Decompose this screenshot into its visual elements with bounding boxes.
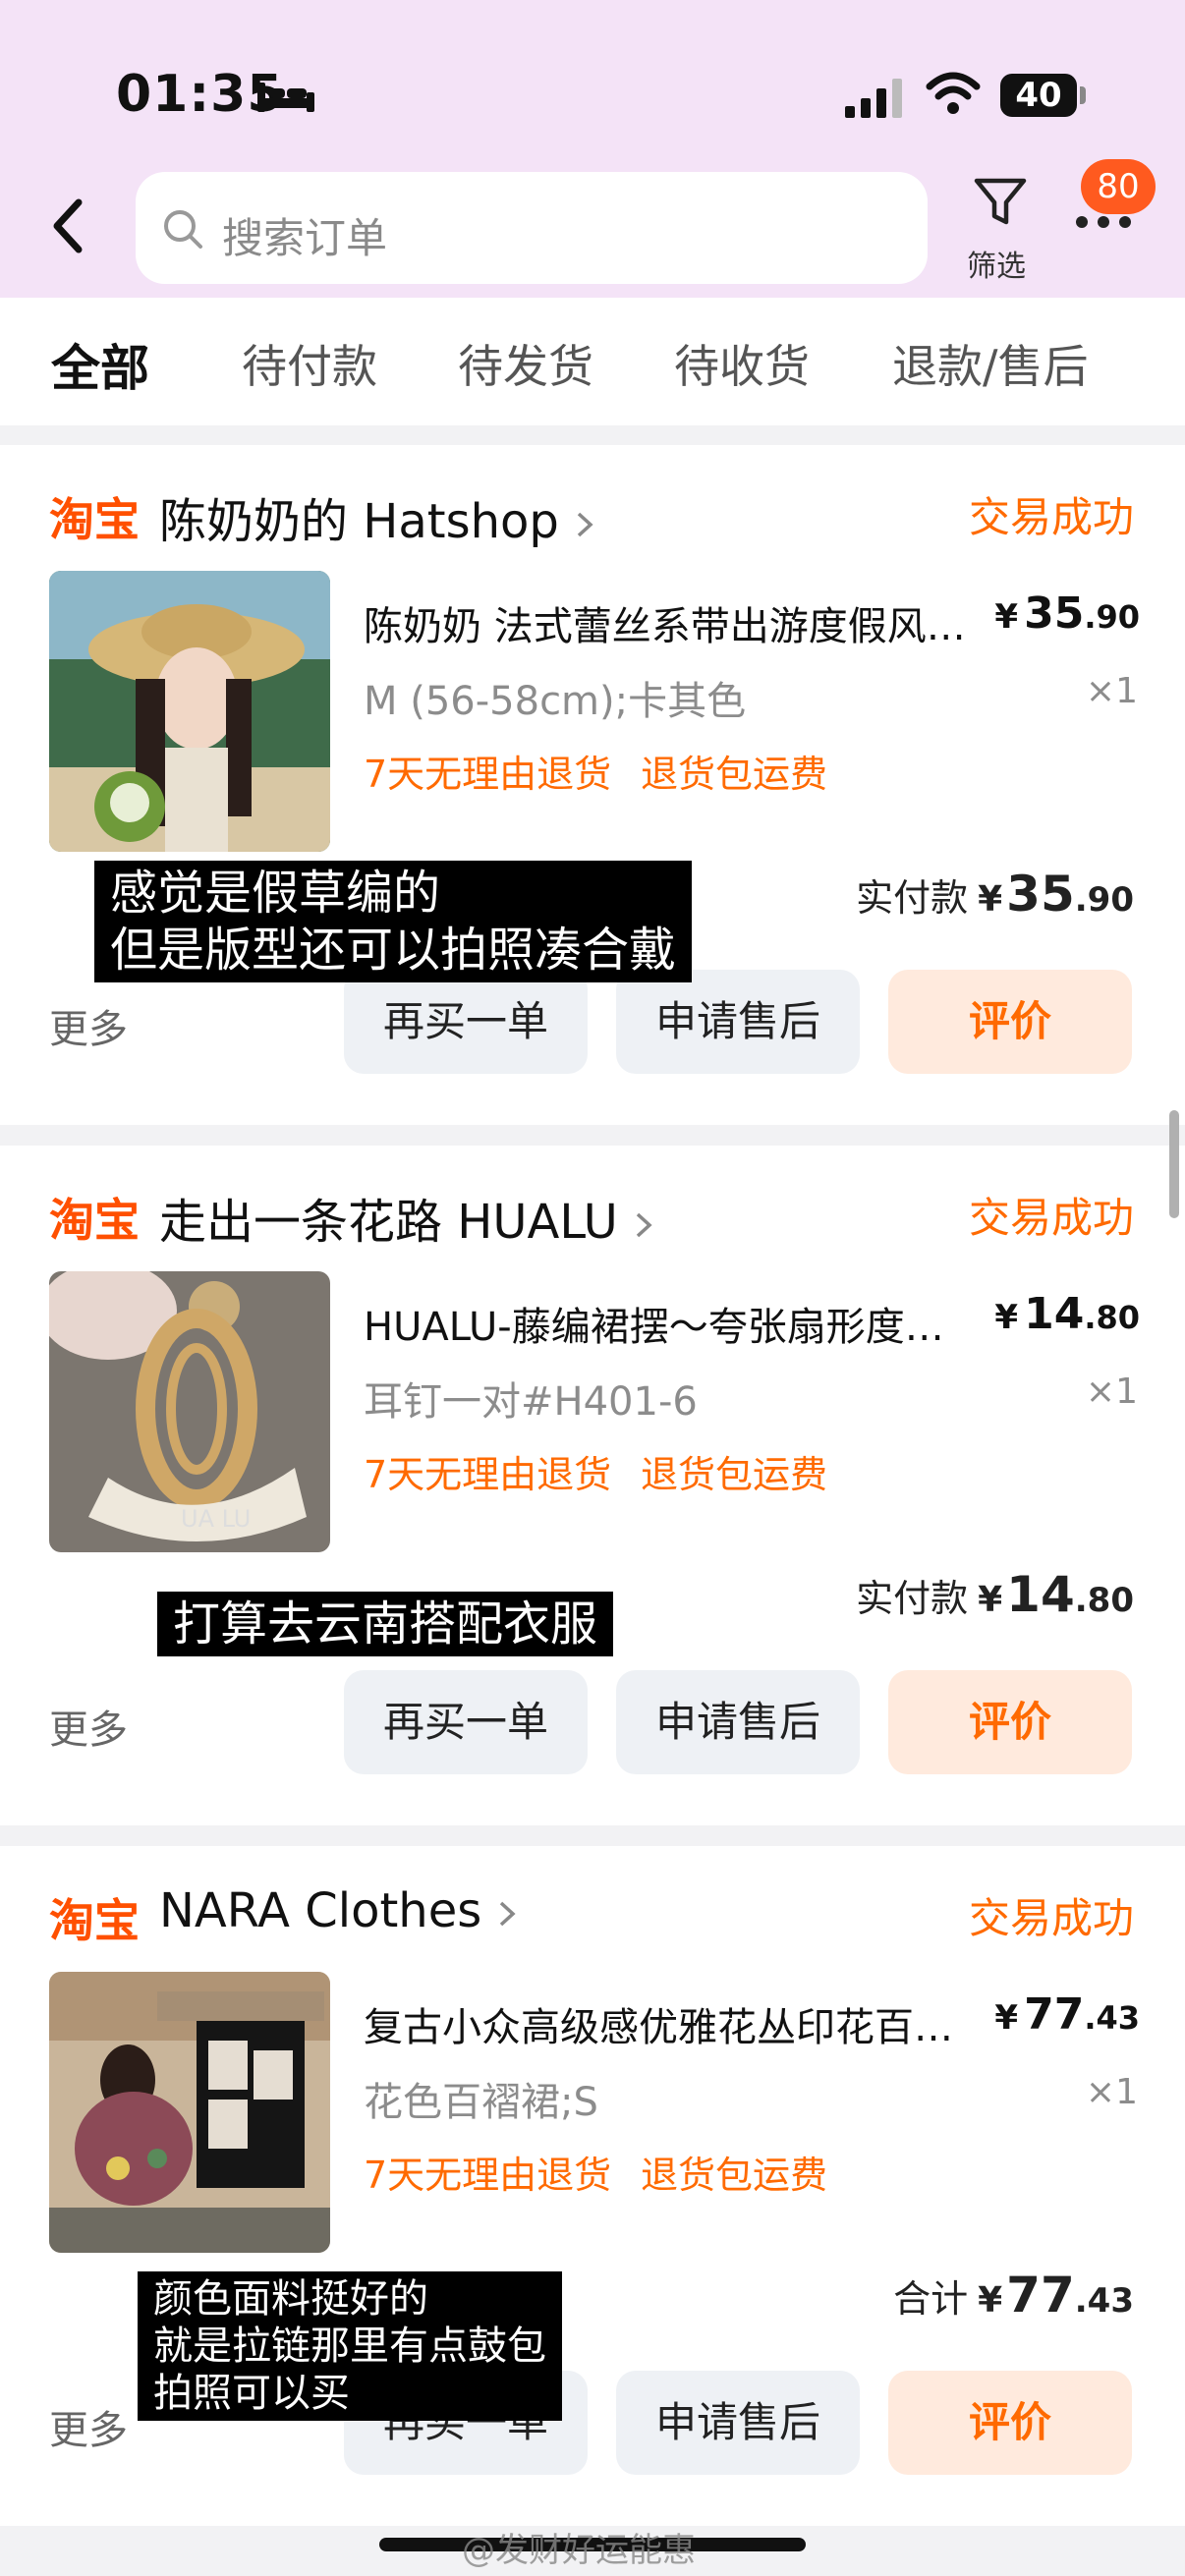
order-card[interactable]: 淘宝 走出一条花路 HUALU 交易成功 UA LU HUALU-藤编裙摆～夸张… <box>0 1146 1185 1825</box>
cellular-signal-icon <box>845 79 902 118</box>
sleep-focus-icon <box>257 83 314 112</box>
product-quantity: ×1 <box>1085 1372 1138 1412</box>
product-image[interactable] <box>49 571 330 852</box>
taobao-logo: 淘宝 <box>49 1894 140 1947</box>
shop-name-link[interactable]: NARA Clothes <box>159 1883 519 1938</box>
product-quantity: ×1 <box>1085 2072 1138 2112</box>
caption-line: 拍照可以买 <box>153 2371 350 2416</box>
more-link[interactable]: 更多 <box>49 2398 128 2455</box>
tag-free-return-shipping: 退货包运费 <box>641 2154 828 2197</box>
caption-overlay: 打算去云南搭配衣服 <box>157 1592 614 1656</box>
tag-free-return-shipping: 退货包运费 <box>641 1453 828 1496</box>
product-title[interactable]: 陈奶奶 法式蕾丝系带出游度假风… <box>364 594 992 651</box>
review-button[interactable]: 评价 <box>888 1670 1132 1774</box>
review-button[interactable]: 评价 <box>888 970 1132 1074</box>
battery-cap <box>1080 86 1086 104</box>
order-tabs: 全部 待付款 待发货 待收货 退款/售后 <box>0 298 1185 425</box>
taobao-logo: 淘宝 <box>49 1194 140 1247</box>
filter-funnel-icon <box>974 178 1027 225</box>
top-header: 01:35 40 搜索订单 筛选 80 <box>0 0 1185 298</box>
battery-indicator: 40 <box>1000 74 1077 117</box>
search-icon <box>164 210 202 249</box>
chevron-right-icon <box>636 1212 652 1238</box>
product-price: ¥14.80 <box>994 1289 1140 1339</box>
chevron-right-icon <box>500 1901 516 1927</box>
tab-pending-payment[interactable]: 待付款 <box>242 331 377 396</box>
tag-7day-return: 7天无理由退货 <box>364 753 612 796</box>
shop-name: NARA Clothes <box>159 1883 482 1938</box>
rebuy-button[interactable]: 再买一单 <box>344 1670 588 1774</box>
product-sku: M (56-58cm);卡其色 <box>364 679 747 724</box>
order-card[interactable]: 淘宝 陈奶奶的 Hatshop 交易成功 陈奶奶 法式蕾丝系带出游度假风… ¥3… <box>0 445 1185 1125</box>
more-dot-icon <box>1076 216 1088 228</box>
product-price: ¥35.90 <box>994 588 1140 639</box>
more-link[interactable]: 更多 <box>49 997 128 1054</box>
image-watermark-text: UA LU <box>181 1505 252 1533</box>
shop-name: 陈奶奶的 Hatshop <box>159 494 559 549</box>
tag-7day-return: 7天无理由退货 <box>364 1453 612 1496</box>
caption-line: 打算去云南搭配衣服 <box>173 1596 598 1652</box>
tab-pending-shipment[interactable]: 待发货 <box>458 331 593 396</box>
after-sale-button[interactable]: 申请售后 <box>616 970 860 1074</box>
taobao-logo: 淘宝 <box>49 493 140 546</box>
more-link[interactable]: 更多 <box>49 1698 128 1755</box>
product-title[interactable]: HUALU-藤编裙摆～夸张扇形度… <box>364 1295 992 1352</box>
order-status: 交易成功 <box>968 1894 1134 1942</box>
watermark: @发财好运能惠 <box>462 2531 696 2570</box>
filter-label: 筛选 <box>967 250 1026 284</box>
shop-name: 走出一条花路 HUALU <box>159 1195 618 1250</box>
caption-overlay: 颜色面料挺好的 就是拉链那里有点鼓包 拍照可以买 <box>138 2271 562 2421</box>
after-sale-button[interactable]: 申请售后 <box>616 2371 860 2475</box>
product-sku: 耳钉一对#H401-6 <box>364 1379 698 1425</box>
message-count-badge: 80 <box>1081 159 1156 214</box>
scrollbar[interactable] <box>1169 1110 1179 1218</box>
search-placeholder: 搜索订单 <box>222 214 388 262</box>
product-price: ¥77.43 <box>994 1989 1140 2040</box>
caption-line: 颜色面料挺好的 <box>153 2276 428 2322</box>
back-arrow-icon[interactable] <box>45 196 94 255</box>
product-sku: 花色百褶裙;S <box>364 2080 598 2125</box>
filter-button[interactable]: 筛选 <box>961 175 1040 284</box>
chevron-right-icon <box>577 512 593 537</box>
tab-pending-receipt[interactable]: 待收货 <box>674 331 810 396</box>
tab-refund-aftersale[interactable]: 退款/售后 <box>892 331 1089 396</box>
rebuy-button[interactable]: 再买一单 <box>344 970 588 1074</box>
caption-line: 就是拉链那里有点鼓包 <box>153 2324 546 2369</box>
tag-7day-return: 7天无理由退货 <box>364 2154 612 2197</box>
order-status: 交易成功 <box>968 493 1134 541</box>
caption-line: 感觉是假草编的 <box>110 866 441 921</box>
product-image[interactable] <box>49 1972 330 2253</box>
product-quantity: ×1 <box>1085 671 1138 711</box>
tag-free-return-shipping: 退货包运费 <box>641 753 828 796</box>
tab-all[interactable]: 全部 <box>51 329 149 400</box>
more-dot-icon <box>1098 216 1109 228</box>
shop-name-link[interactable]: 走出一条花路 HUALU <box>159 1183 655 1252</box>
amount-total: 合计 ¥77.43 <box>893 2267 1134 2324</box>
more-dot-icon <box>1119 216 1131 228</box>
amount-paid: 实付款 ¥35.90 <box>856 866 1134 923</box>
caption-overlay: 感觉是假草编的 但是版型还可以拍照凑合戴 <box>94 861 693 982</box>
amount-paid: 实付款 ¥14.80 <box>856 1566 1134 1623</box>
review-button[interactable]: 评价 <box>888 2371 1132 2475</box>
product-image[interactable]: UA LU <box>49 1271 330 1552</box>
shop-name-link[interactable]: 陈奶奶的 Hatshop <box>159 482 596 551</box>
wifi-icon <box>926 72 981 114</box>
caption-line: 但是版型还可以拍照凑合戴 <box>110 923 677 978</box>
search-input[interactable]: 搜索订单 <box>136 172 928 284</box>
order-status: 交易成功 <box>968 1194 1134 1242</box>
product-title[interactable]: 复古小众高级感优雅花丛印花百… <box>364 1995 992 2052</box>
order-card[interactable]: 淘宝 NARA Clothes 交易成功 复古小众高级感优雅花丛印花百… ¥77… <box>0 1846 1185 2526</box>
after-sale-button[interactable]: 申请售后 <box>616 1670 860 1774</box>
